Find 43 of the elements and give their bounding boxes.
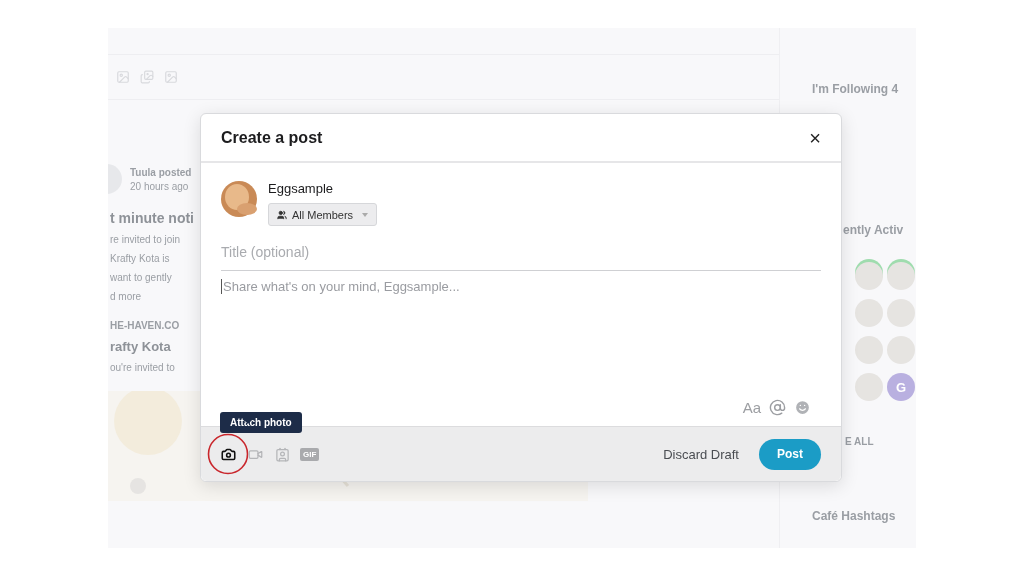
user-avatar[interactable] [855,262,883,290]
mention-button[interactable] [769,399,786,416]
user-avatar[interactable] [855,373,883,401]
dialog-title: Create a post [221,128,323,147]
discard-draft-button[interactable]: Discard Draft [657,445,745,463]
user-avatar[interactable]: G [887,373,915,401]
author-name: Eggsample [268,181,334,196]
user-avatar[interactable] [855,336,883,364]
post-text: Krafty Kota is [110,253,170,264]
contact-icon [275,446,290,462]
link-description: ou're invited to [110,362,175,373]
section-title: I'm Following 4 [812,82,899,96]
emoji-button[interactable] [794,399,811,416]
at-icon [769,399,786,416]
images-icon[interactable] [140,70,154,84]
avatar [221,181,257,217]
close-button[interactable]: × [809,127,821,148]
image-icon[interactable] [164,70,178,84]
user-avatar[interactable] [887,336,915,364]
users-icon [277,209,287,220]
user-avatar[interactable] [887,262,915,290]
post-headline: t minute noti [110,210,194,226]
post-text: re invited to join [110,234,181,245]
section-title: Café Hashtags [812,509,896,523]
link-title[interactable]: rafty Kota [110,339,171,354]
image-icon[interactable] [116,70,130,84]
highlight-circle [207,432,249,475]
camera-icon [221,446,236,462]
section-title: ently Activ [843,223,904,237]
read-more-link[interactable]: d more [110,291,142,302]
caret-icon [362,212,369,217]
smiley-icon [794,399,811,416]
audience-dropdown[interactable]: All Members [268,203,378,226]
text-format-button[interactable]: Aa [742,399,761,416]
gif-button[interactable]: GIF [300,447,320,461]
post-button[interactable]: Post [759,438,821,470]
post-author: Tuula posted [130,166,192,178]
user-avatar[interactable] [887,299,915,327]
see-all-link[interactable]: E ALL [845,436,874,447]
post-time: 20 hours ago [130,180,189,192]
post-text: want to gently [110,272,172,283]
user-avatar[interactable] [855,299,883,327]
link-domain: HE-HAVEN.CO [110,320,180,331]
